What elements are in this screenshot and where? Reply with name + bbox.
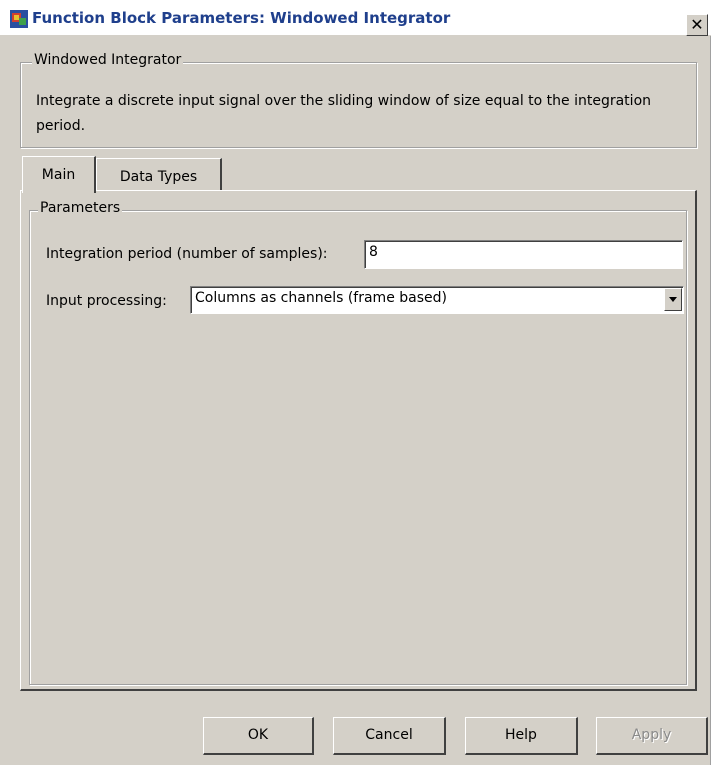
window-title: Function Block Parameters: Windowed Inte… — [32, 9, 451, 27]
integration-period-label: Integration period (number of samples): — [46, 246, 328, 262]
chevron-down-icon[interactable] — [664, 288, 682, 311]
block-parameters-dialog: Function Block Parameters: Windowed Inte… — [0, 0, 711, 765]
close-button[interactable]: ✕ — [686, 14, 708, 36]
block-name-label: Windowed Integrator — [32, 52, 184, 68]
help-button-label: Help — [505, 727, 537, 743]
close-icon: ✕ — [690, 15, 704, 34]
ok-button-label: OK — [247, 727, 269, 743]
apply-button[interactable]: Apply — [596, 717, 708, 755]
apply-button-label: Apply — [631, 727, 672, 743]
input-processing-label: Input processing: — [46, 293, 167, 309]
cancel-button[interactable]: Cancel — [333, 717, 446, 755]
input-processing-dropdown[interactable]: Columns as channels (frame based) — [190, 286, 684, 314]
input-processing-selected: Columns as channels (frame based) — [195, 290, 447, 306]
tab-main[interactable]: Main — [22, 156, 96, 193]
ok-button[interactable]: OK — [203, 717, 314, 755]
parameters-group-label: Parameters — [38, 200, 123, 216]
help-button[interactable]: Help — [465, 717, 578, 755]
integration-period-input[interactable]: 8 — [364, 240, 683, 269]
integration-period-value: 8 — [369, 244, 378, 260]
block-description: Integrate a discrete input signal over t… — [36, 93, 652, 134]
cancel-button-label: Cancel — [365, 727, 413, 743]
simulink-block-icon — [10, 10, 28, 28]
title-bar[interactable]: Function Block Parameters: Windowed Inte… — [0, 0, 711, 36]
tab-data-types[interactable]: Data Types — [96, 158, 222, 191]
tab-data-types-label: Data Types — [119, 169, 198, 185]
tab-main-label: Main — [41, 167, 76, 183]
parameters-group — [29, 210, 687, 685]
